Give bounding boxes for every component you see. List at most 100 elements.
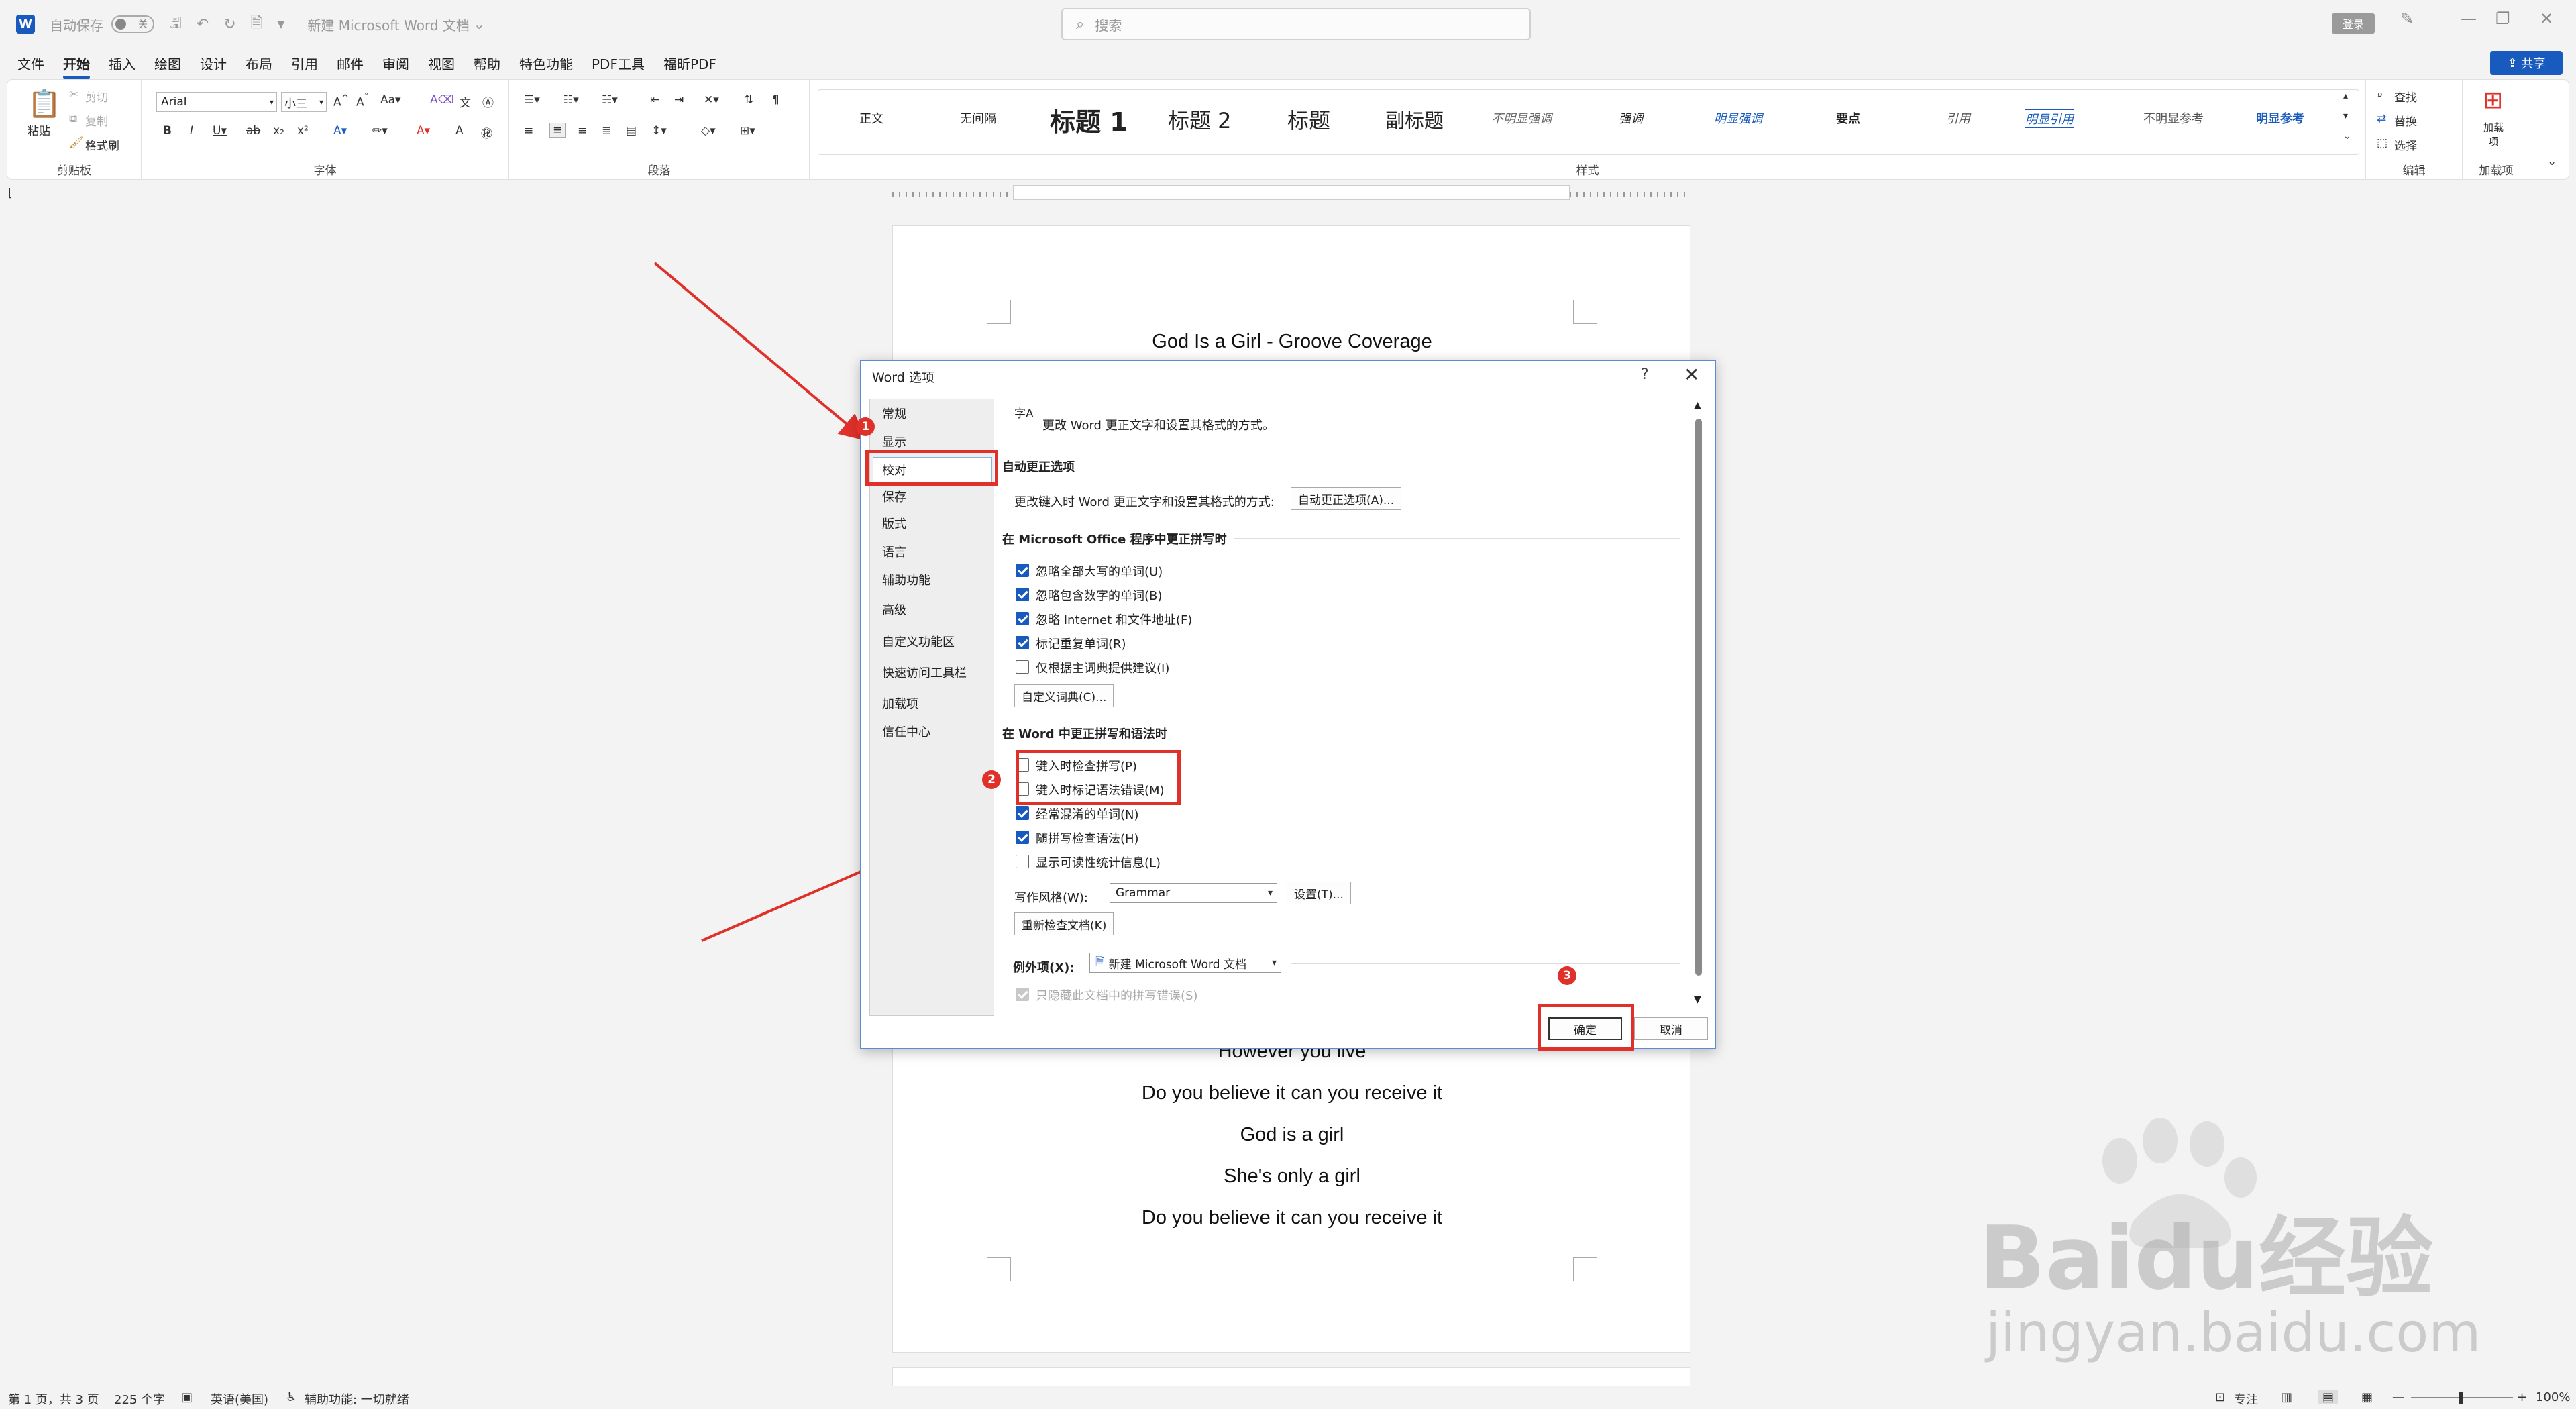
accessibility-icon[interactable]: ♿ xyxy=(286,1390,297,1404)
paste-button[interactable]: 粘贴 xyxy=(28,121,50,138)
tab-foxit-pdf[interactable]: 福昕PDF xyxy=(663,54,716,73)
readability-stats-checkbox[interactable] xyxy=(1016,855,1029,868)
lyric-line[interactable]: Do you believe it can you receive it xyxy=(893,1207,1691,1229)
writing-style-select[interactable]: Grammar ▾ xyxy=(1110,883,1277,903)
print-layout-icon[interactable]: ▤ xyxy=(2318,1390,2339,1404)
select-icon[interactable]: ⬚ xyxy=(2377,136,2387,150)
style-subtle-reference[interactable]: 不明显参考 xyxy=(2143,109,2204,127)
nav-item-save[interactable]: 保存 xyxy=(882,488,906,505)
grammar-with-spelling-checkbox[interactable] xyxy=(1016,831,1029,844)
nav-item-addins[interactable]: 加载项 xyxy=(882,694,918,712)
tab-insert[interactable]: 插入 xyxy=(109,54,136,73)
styles-more-icon[interactable]: ⌄ xyxy=(2343,131,2351,142)
nav-item-customize-ribbon[interactable]: 自定义功能区 xyxy=(882,633,955,650)
word-count[interactable]: 225 个字 xyxy=(114,1390,165,1408)
main-dict-only-checkbox[interactable] xyxy=(1016,660,1029,674)
enclose-char-icon[interactable]: Ⓐ xyxy=(482,93,494,110)
hide-spelling-errors-checkbox[interactable] xyxy=(1016,988,1029,1001)
copy-button[interactable]: 复制 xyxy=(85,112,108,129)
shading-icon[interactable]: ◇▾ xyxy=(701,124,716,138)
tab-home[interactable]: 开始 xyxy=(63,54,90,79)
tab-pdf-tools[interactable]: PDF工具 xyxy=(592,54,645,73)
strikethrough-icon[interactable]: ab xyxy=(246,124,260,138)
ribbon-collapse-icon[interactable]: ⌄ xyxy=(2547,155,2557,168)
bold-icon[interactable]: B xyxy=(163,124,172,138)
format-painter-icon[interactable]: 🖌 xyxy=(69,136,84,150)
format-painter-button[interactable]: 格式刷 xyxy=(85,136,119,153)
save-icon[interactable]: 🖫 xyxy=(169,11,182,37)
undo-icon[interactable]: ↶ xyxy=(197,16,209,33)
asian-layout-icon[interactable]: ✕▾ xyxy=(704,93,719,107)
style-intense-reference[interactable]: 明显参考 xyxy=(2256,109,2304,127)
justify-icon[interactable]: ≣ xyxy=(602,124,611,138)
lyric-line[interactable]: God is a girl xyxy=(893,1124,1691,1146)
content-scrollbar[interactable]: ▲ ▼ xyxy=(1690,399,1707,1009)
underline-icon[interactable]: U▾ xyxy=(213,124,227,138)
style-intense-quote[interactable]: 明显引用 xyxy=(2025,109,2074,128)
style-quote[interactable]: 引用 xyxy=(1946,109,1970,127)
styles-scroll-up-icon[interactable]: ▴ xyxy=(2343,91,2348,101)
lyric-line[interactable]: She's only a girl xyxy=(893,1165,1691,1188)
change-case-icon[interactable]: Aa▾ xyxy=(380,93,401,107)
style-intense-emphasis[interactable]: 明显强调 xyxy=(1714,109,1762,127)
recheck-document-button[interactable]: 重新检查文档(K) xyxy=(1014,912,1114,935)
style-emphasis[interactable]: 强调 xyxy=(1619,109,1643,127)
zoom-level[interactable]: 100% xyxy=(2536,1390,2570,1404)
nav-item-general[interactable]: 常规 xyxy=(882,405,906,422)
accessibility-status[interactable]: 辅助功能: 一切就绪 xyxy=(305,1390,409,1408)
tab-mailings[interactable]: 邮件 xyxy=(337,54,364,73)
distributed-icon[interactable]: ▤ xyxy=(626,124,637,138)
proofing-status-icon[interactable]: ▣ xyxy=(181,1390,193,1404)
style-subtle-emphasis[interactable]: 不明显强调 xyxy=(1491,109,1552,127)
ignore-numbers-checkbox[interactable] xyxy=(1016,588,1029,601)
tab-view[interactable]: 视图 xyxy=(428,54,455,73)
autosave-toggle[interactable]: 关 xyxy=(111,15,154,33)
subscript-icon[interactable]: x₂ xyxy=(273,124,284,138)
ignore-uppercase-checkbox[interactable] xyxy=(1016,564,1029,577)
style-heading2[interactable]: 标题 2 xyxy=(1168,104,1232,135)
tab-file[interactable]: 文件 xyxy=(17,54,44,73)
find-button[interactable]: 查找 xyxy=(2394,88,2417,105)
scroll-down-icon[interactable]: ▼ xyxy=(1694,994,1701,1005)
page-count[interactable]: 第 1 页，共 3 页 xyxy=(8,1390,99,1408)
minimize-icon[interactable]: — xyxy=(2461,9,2477,28)
cut-icon[interactable]: ✂ xyxy=(69,88,78,101)
maximize-icon[interactable]: ❐ xyxy=(2496,9,2510,28)
style-no-spacing[interactable]: 无间隔 xyxy=(960,109,996,127)
document-title[interactable]: 新建 Microsoft Word 文档 xyxy=(307,15,470,34)
lyric-line[interactable]: Do you believe it can you receive it xyxy=(893,1082,1691,1104)
song-title-line[interactable]: God Is a Girl - Groove Coverage xyxy=(893,331,1691,353)
cancel-button[interactable]: 取消 xyxy=(1634,1017,1708,1040)
tab-features[interactable]: 特色功能 xyxy=(519,54,573,73)
tab-design[interactable]: 设计 xyxy=(200,54,227,73)
select-button[interactable]: 选择 xyxy=(2394,136,2417,153)
search-box[interactable]: ⌕ 搜索 xyxy=(1061,8,1531,40)
language-status[interactable]: 英语(美国) xyxy=(211,1390,268,1408)
grow-font-icon[interactable]: A^ xyxy=(333,93,350,109)
addins-button[interactable]: 加载项 xyxy=(2480,120,2507,148)
scrollbar-thumb[interactable] xyxy=(1695,419,1702,976)
decrease-indent-icon[interactable]: ⇤ xyxy=(650,93,659,107)
font-size-select[interactable]: 小三 ▾ xyxy=(281,92,327,112)
line-spacing-icon[interactable]: ↕▾ xyxy=(651,124,667,138)
char-border-icon[interactable]: ㊙ xyxy=(481,124,492,141)
close-icon[interactable]: ✕ xyxy=(1684,364,1699,386)
align-right-icon[interactable]: ≡ xyxy=(578,124,587,138)
numbering-icon[interactable]: ☷▾ xyxy=(563,93,579,107)
clear-format-icon[interactable]: A⌫ xyxy=(430,93,454,107)
tab-references[interactable]: 引用 xyxy=(291,54,318,73)
nav-item-layout[interactable]: 版式 xyxy=(882,515,906,532)
replace-icon[interactable]: ⇄ xyxy=(2377,112,2386,125)
styles-scroll-down-icon[interactable]: ▾ xyxy=(2343,111,2348,121)
borders-icon[interactable]: ⊞▾ xyxy=(740,124,755,138)
align-center-icon[interactable]: ≡ xyxy=(549,123,566,138)
tab-help[interactable]: 帮助 xyxy=(474,54,500,73)
bullets-icon[interactable]: ☰▾ xyxy=(524,93,540,107)
multilevel-list-icon[interactable]: ☵▾ xyxy=(602,93,618,107)
web-layout-icon[interactable]: ▦ xyxy=(2361,1390,2373,1404)
replace-button[interactable]: 替换 xyxy=(2394,112,2417,129)
close-window-icon[interactable]: ✕ xyxy=(2540,9,2553,28)
nav-item-quick-access[interactable]: 快速访问工具栏 xyxy=(882,664,967,681)
confused-words-checkbox[interactable] xyxy=(1016,806,1029,820)
char-shading-icon[interactable]: A xyxy=(455,124,464,138)
